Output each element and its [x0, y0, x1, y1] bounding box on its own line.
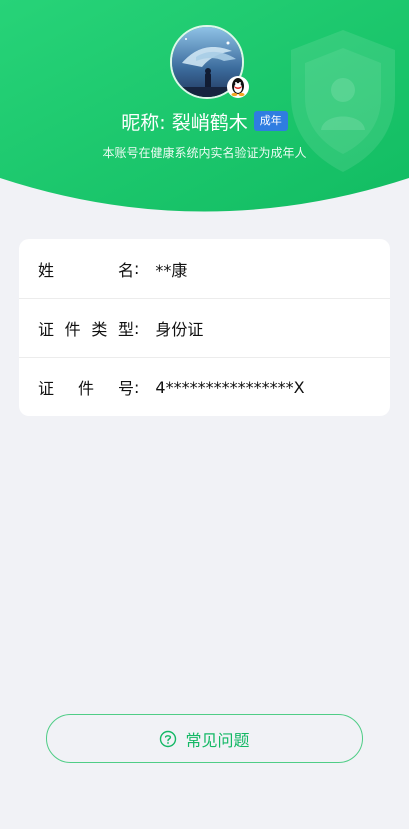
verify-note: 本账号在健康系统内实名验证为成年人 [102, 146, 307, 160]
info-label: 证 件 类 型 [38, 320, 134, 339]
info-value-name: **康 [155, 260, 188, 280]
info-row-id-type: 证 件 类 型 : 身份证 [19, 298, 390, 357]
profile-header: 昵称: 裂峭鹤木 成年 本账号在健康系统内实名验证为成年人 [0, 0, 409, 215]
info-colon: : [134, 318, 140, 338]
info-label: 证 件 号 [38, 379, 134, 398]
faq-button[interactable]: 常见问题 [46, 714, 363, 763]
adult-badge: 成年 [253, 111, 288, 131]
faq-label: 常见问题 [185, 730, 250, 750]
info-row-name: 姓 名 : **康 [19, 239, 390, 298]
qq-penguin-icon [227, 76, 249, 98]
info-value-id-type: 身份证 [155, 320, 204, 339]
question-circle-icon [159, 730, 177, 748]
identity-info-card: 姓 名 : **康 证 件 类 型 : 身份证 证 件 号 : 4*******… [19, 239, 390, 416]
info-label: 姓 名 [38, 260, 134, 280]
nickname-row: 昵称: 裂峭鹤木 成年 [0, 106, 409, 136]
info-colon: : [134, 259, 140, 278]
info-value-id-number: 4****************X [155, 377, 305, 397]
info-colon: : [134, 377, 140, 397]
nickname-label: 昵称: [121, 111, 166, 134]
nickname-value: 裂峭鹤木 [171, 111, 248, 134]
info-row-id-number: 证 件 号 : 4****************X [19, 357, 390, 416]
